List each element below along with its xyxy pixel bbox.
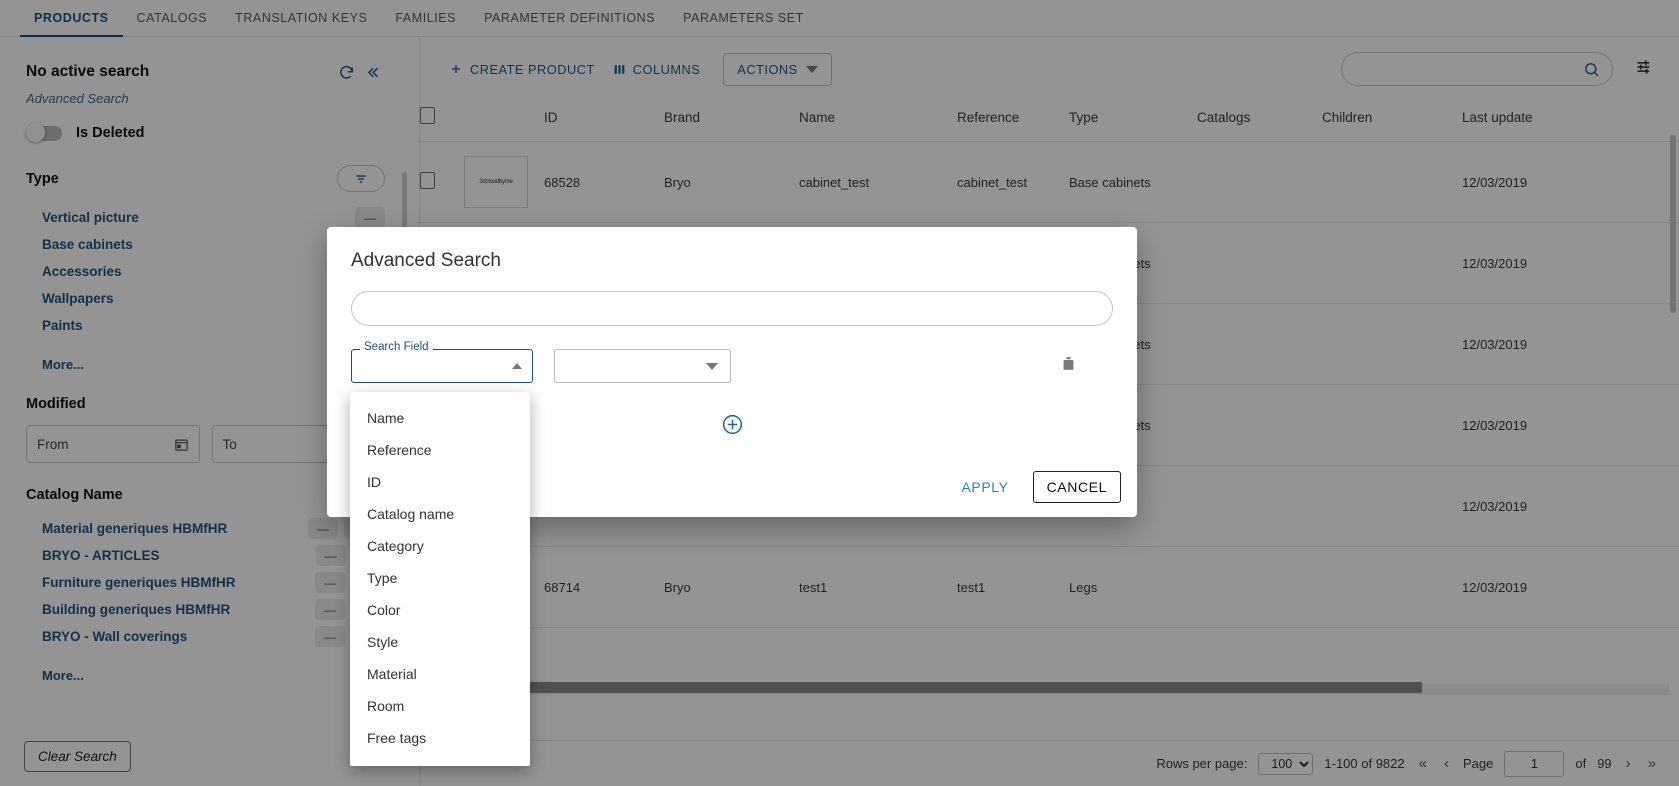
cancel-button[interactable]: CANCEL	[1032, 471, 1121, 503]
dropdown-option-catalog-name[interactable]: Catalog name	[350, 498, 530, 530]
dialog-search-box[interactable]	[351, 291, 1113, 326]
dropdown-option-color[interactable]: Color	[350, 594, 530, 626]
search-field-select[interactable]	[351, 349, 533, 383]
dialog-title: Advanced Search	[351, 250, 501, 271]
search-field-legend: Search Field	[360, 341, 433, 353]
apply-button[interactable]: APPLY	[951, 472, 1018, 502]
dropdown-option-type[interactable]: Type	[350, 562, 530, 594]
trash-icon[interactable]	[1060, 354, 1077, 378]
dialog-search-input[interactable]	[352, 292, 1112, 325]
caret-down-icon	[706, 362, 718, 370]
dropdown-option-free-tags[interactable]: Free tags	[350, 722, 530, 754]
criteria-row: Search Field	[351, 341, 1113, 383]
operator-select[interactable]	[554, 349, 731, 383]
search-field-dropdown-menu: Name Reference ID Catalog name Category …	[350, 392, 530, 766]
dropdown-option-category[interactable]: Category	[350, 530, 530, 562]
caret-up-icon	[512, 363, 522, 369]
search-field-wrapper: Search Field	[351, 341, 533, 383]
dropdown-option-material[interactable]: Material	[350, 658, 530, 690]
dropdown-option-reference[interactable]: Reference	[350, 434, 530, 466]
dropdown-option-style[interactable]: Style	[350, 626, 530, 658]
dialog-actions: APPLY CANCEL	[951, 471, 1121, 503]
dropdown-option-room[interactable]: Room	[350, 690, 530, 722]
dropdown-option-id[interactable]: ID	[350, 466, 530, 498]
plus-circle-icon[interactable]	[721, 413, 744, 441]
dropdown-option-name[interactable]: Name	[350, 402, 530, 434]
